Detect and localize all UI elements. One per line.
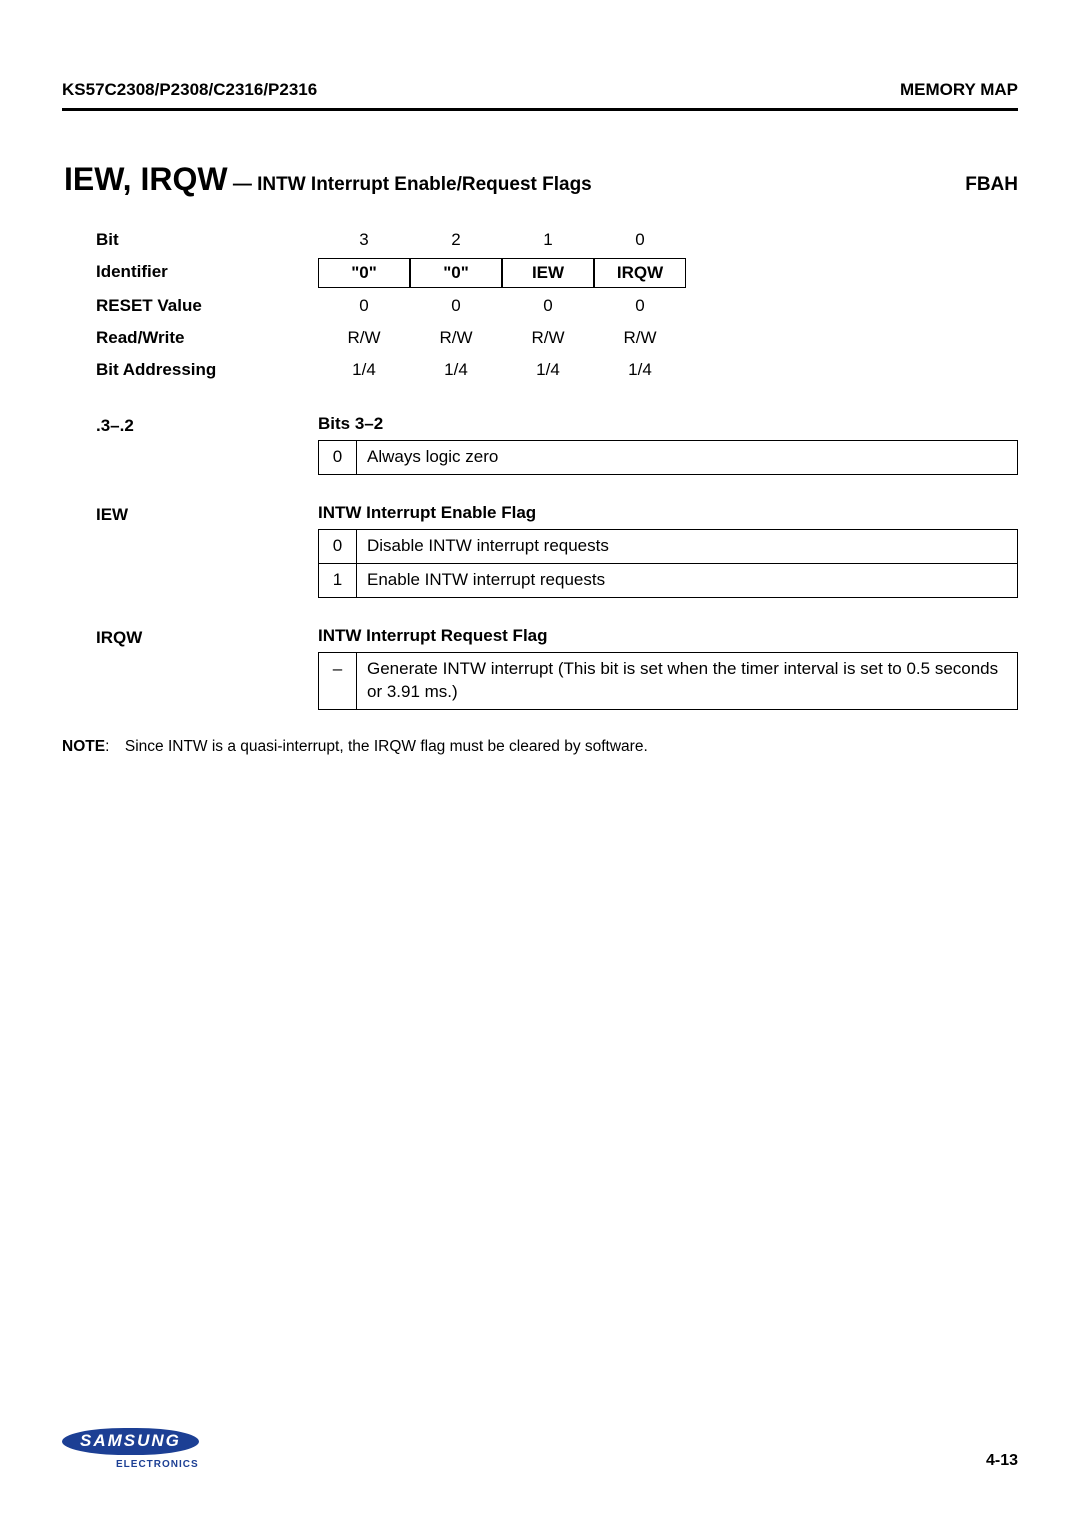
rw-cell: R/W bbox=[502, 324, 594, 352]
header-left: KS57C2308/P2308/C2316/P2316 bbox=[62, 80, 317, 100]
title-sub: — INTW Interrupt Enable/Request Flags bbox=[228, 174, 592, 195]
section-bits32: .3–.2 Bits 3–2 0 Always logic zero bbox=[96, 414, 1018, 475]
brand-logo: SAMSUNG ELECTRONICS bbox=[62, 1428, 199, 1470]
addr-cell: 1/4 bbox=[594, 356, 686, 384]
identifier-cell: "0" bbox=[410, 258, 502, 288]
section-irqw: IRQW INTW Interrupt Request Flag – Gener… bbox=[96, 626, 1018, 710]
addr-cell: 1/4 bbox=[410, 356, 502, 384]
reset-cell: 0 bbox=[410, 292, 502, 320]
bit-cell: 2 bbox=[410, 226, 502, 254]
logo-sub: ELECTRONICS bbox=[116, 1459, 199, 1470]
flag-code: 0 bbox=[319, 441, 357, 475]
rw-cell: R/W bbox=[594, 324, 686, 352]
flag-table: 0 Always logic zero bbox=[318, 440, 1018, 475]
title-left: IEW, IRQW — INTW Interrupt Enable/Reques… bbox=[64, 161, 592, 198]
flag-table: 0 Disable INTW interrupt requests 1 Enab… bbox=[318, 529, 1018, 598]
section-iew: IEW INTW Interrupt Enable Flag 0 Disable… bbox=[96, 503, 1018, 598]
row-bit-label: Bit bbox=[96, 226, 318, 254]
flag-text: Always logic zero bbox=[357, 441, 1018, 475]
section-label: IRQW bbox=[96, 626, 318, 710]
bit-cell: 3 bbox=[318, 226, 410, 254]
identifier-cell: "0" bbox=[318, 258, 410, 288]
section-head: INTW Interrupt Request Flag bbox=[318, 626, 1018, 646]
flag-code: 1 bbox=[319, 563, 357, 597]
reset-cell: 0 bbox=[318, 292, 410, 320]
flag-table: – Generate INTW interrupt (This bit is s… bbox=[318, 652, 1018, 710]
row-identifier-label: Identifier bbox=[96, 258, 318, 288]
bit-cell: 1 bbox=[502, 226, 594, 254]
reset-cell: 0 bbox=[594, 292, 686, 320]
identifier-cell: IEW bbox=[502, 258, 594, 288]
content: Bit 3 2 1 0 Identifier "0" "0" IEW IRQW … bbox=[96, 226, 1018, 710]
rw-cell: R/W bbox=[318, 324, 410, 352]
section-body: Bits 3–2 0 Always logic zero bbox=[318, 414, 1018, 475]
flag-text: Generate INTW interrupt (This bit is set… bbox=[357, 652, 1018, 709]
reset-small: RESET bbox=[96, 296, 153, 315]
note-bold: NOTE bbox=[62, 738, 105, 755]
title-main: IEW, IRQW bbox=[64, 161, 228, 197]
rw-cell: R/W bbox=[410, 324, 502, 352]
reset-rest: Value bbox=[153, 296, 202, 315]
section-body: INTW Interrupt Enable Flag 0 Disable INT… bbox=[318, 503, 1018, 598]
identifier-cell: IRQW bbox=[594, 258, 686, 288]
footer: SAMSUNG ELECTRONICS 4-13 bbox=[62, 1428, 1018, 1470]
section-head: Bits 3–2 bbox=[318, 414, 1018, 434]
note: NOTE: Since INTW is a quasi-interrupt, t… bbox=[62, 738, 1018, 756]
row-reset-label: RESET Value bbox=[96, 292, 318, 320]
flag-code: – bbox=[319, 652, 357, 709]
section-body: INTW Interrupt Request Flag – Generate I… bbox=[318, 626, 1018, 710]
logo-main: SAMSUNG bbox=[62, 1428, 199, 1455]
header-right: MEMORY MAP bbox=[900, 80, 1018, 100]
table-row: 0 Disable INTW interrupt requests bbox=[319, 529, 1018, 563]
addr-cell: 1/4 bbox=[318, 356, 410, 384]
flag-text: Disable INTW interrupt requests bbox=[357, 529, 1018, 563]
page-number: 4-13 bbox=[986, 1452, 1018, 1470]
row-addr-label: Bit Addressing bbox=[96, 356, 318, 384]
row-rw-label: Read/Write bbox=[96, 324, 318, 352]
title-code: FBAH bbox=[965, 174, 1018, 196]
bit-cell: 0 bbox=[594, 226, 686, 254]
addr-cell: 1/4 bbox=[502, 356, 594, 384]
table-row: 1 Enable INTW interrupt requests bbox=[319, 563, 1018, 597]
page-header: KS57C2308/P2308/C2316/P2316 MEMORY MAP bbox=[62, 80, 1018, 111]
table-row: – Generate INTW interrupt (This bit is s… bbox=[319, 652, 1018, 709]
reset-cell: 0 bbox=[502, 292, 594, 320]
flag-code: 0 bbox=[319, 529, 357, 563]
table-row: 0 Always logic zero bbox=[319, 441, 1018, 475]
bit-table: Bit 3 2 1 0 Identifier "0" "0" IEW IRQW … bbox=[96, 226, 1018, 384]
section-label: .3–.2 bbox=[96, 414, 318, 475]
title-row: IEW, IRQW — INTW Interrupt Enable/Reques… bbox=[64, 161, 1018, 198]
section-label: IEW bbox=[96, 503, 318, 598]
note-text: : Since INTW is a quasi-interrupt, the I… bbox=[105, 738, 648, 755]
flag-text: Enable INTW interrupt requests bbox=[357, 563, 1018, 597]
section-head: INTW Interrupt Enable Flag bbox=[318, 503, 1018, 523]
